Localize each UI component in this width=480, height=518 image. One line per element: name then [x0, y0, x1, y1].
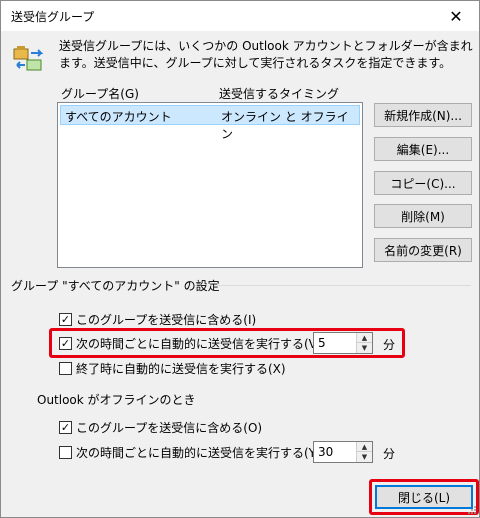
group-list[interactable]: すべてのアカウント オンライン と オフライン — [57, 102, 363, 268]
offline-section-label: Outlook がオフラインのとき — [37, 393, 196, 407]
highlight-box — [49, 328, 405, 358]
minutes-unit: 分 — [383, 447, 396, 461]
column-header-timing: 送受信するタイミング — [219, 87, 340, 101]
list-item[interactable]: すべてのアカウント オンライン と オフライン — [60, 105, 360, 141]
checkmark-icon: ✓ — [59, 420, 72, 434]
group-divider — [217, 285, 471, 286]
on-exit-checkbox[interactable]: 終了時に自動的に送受信を実行する(X) — [59, 359, 286, 377]
checkmark-icon: ✓ — [59, 312, 72, 326]
column-header-group-name: グループ名(G) — [61, 87, 139, 101]
window-title: 送受信グループ — [11, 10, 95, 24]
close-icon[interactable]: ✕ — [433, 1, 479, 31]
highlight-box — [369, 479, 479, 515]
group-timing-cell: オンライン と オフライン — [221, 110, 349, 141]
send-receive-icon — [13, 46, 44, 71]
rename-button[interactable]: 名前の変更(R) — [374, 238, 472, 262]
schedule-offline-minutes-stepper[interactable]: 30 ▲ ▼ — [313, 441, 373, 463]
include-group-offline-checkbox[interactable]: ✓ このグループを送受信に含める(O) — [59, 418, 262, 436]
edit-button[interactable]: 編集(E)... — [374, 137, 472, 161]
group-name-cell: すべてのアカウント — [65, 110, 172, 124]
include-group-online-checkbox[interactable]: ✓ このグループを送受信に含める(I) — [59, 310, 256, 328]
copy-button[interactable]: コピー(C)... — [374, 171, 472, 195]
stepper-down-icon[interactable]: ▼ — [356, 452, 372, 462]
stepper-value: 30 — [318, 445, 334, 459]
stepper-up-icon[interactable]: ▲ — [356, 442, 372, 452]
new-button[interactable]: 新規作成(N)... — [374, 103, 472, 127]
send-receive-groups-dialog: 送受信グループ ✕ 送受信グループには、いくつかの Outlook アカウントと… — [0, 0, 480, 518]
group-settings-label: グループ "すべてのアカウント" の設定 — [11, 279, 220, 293]
schedule-offline-checkbox[interactable]: 次の時間ごとに自動的に送受信を実行する(Y) — [59, 443, 321, 461]
delete-button[interactable]: 削除(M) — [374, 204, 472, 228]
dialog-description: 送受信グループには、いくつかの Outlook アカウントとフォルダーが含まれま… — [59, 39, 473, 70]
title-bar: 送受信グループ ✕ — [1, 1, 479, 31]
resize-grip-icon[interactable] — [467, 505, 477, 515]
